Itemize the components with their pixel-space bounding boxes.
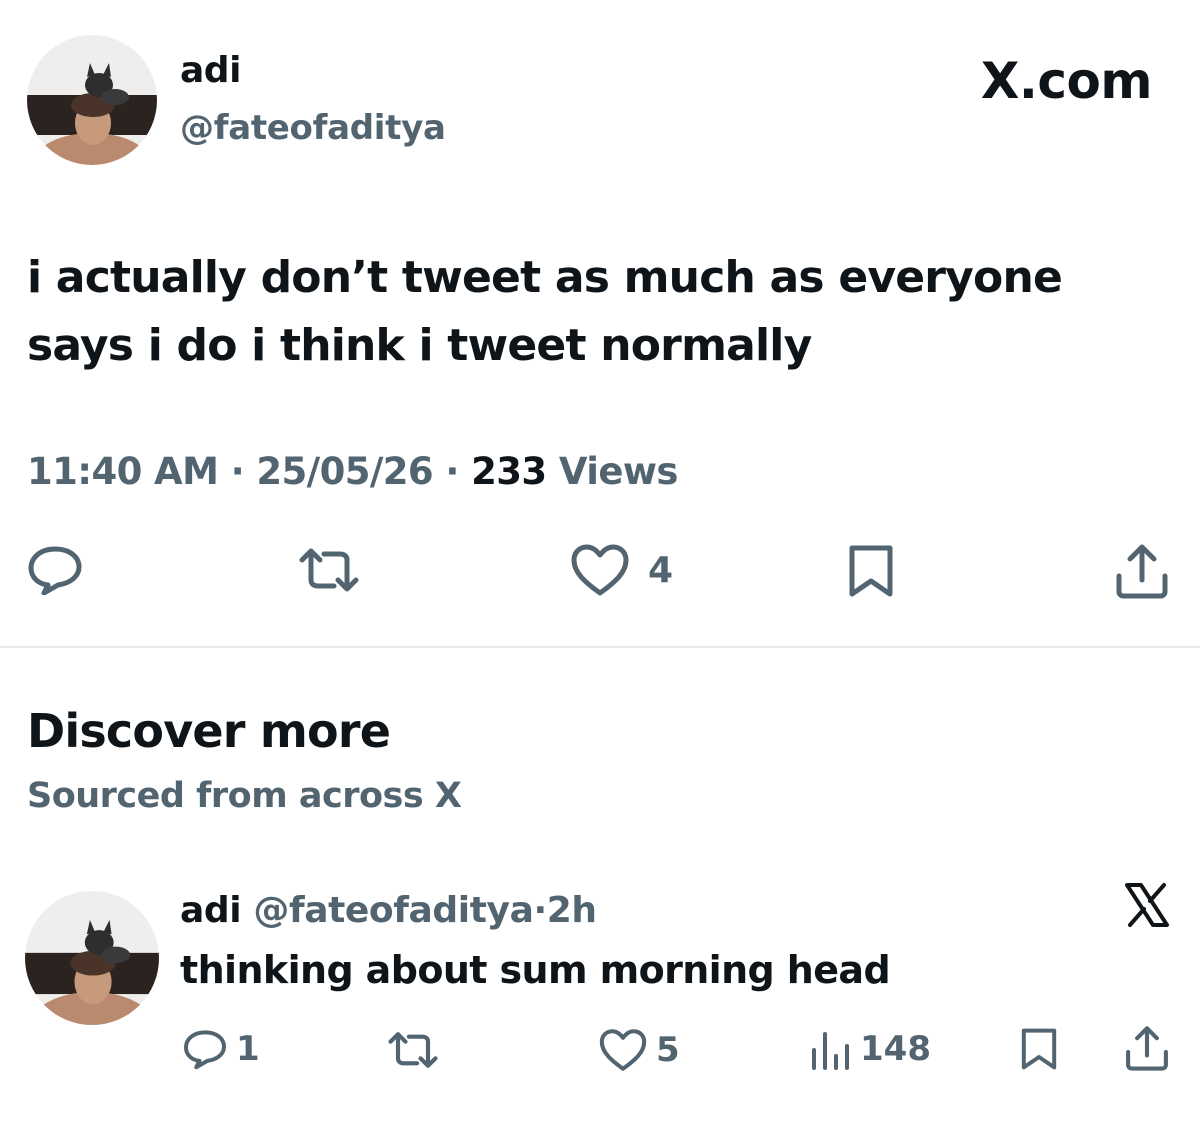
tweet-meta: 11:40 AM · 25/05/26 · 233 Views (27, 450, 678, 493)
share-button[interactable] (1114, 542, 1170, 600)
bookmark-button[interactable] (846, 543, 896, 599)
header-separator: · (533, 890, 548, 931)
reply-icon (183, 1030, 227, 1070)
retweet-icon (388, 1032, 438, 1068)
brand-watermark: X.com (980, 52, 1153, 110)
like-button[interactable]: 4 (570, 543, 673, 597)
suggested-author-name[interactable]: adi (180, 890, 242, 931)
suggested-reply-count: 1 (236, 1029, 260, 1069)
heart-icon (571, 544, 629, 596)
suggested-tweet-header: adi @fateofaditya·2h (180, 890, 597, 931)
author-avatar[interactable] (27, 35, 157, 165)
views-count: 233 (471, 450, 547, 493)
tweet-date[interactable]: 25/05/26 (256, 450, 433, 493)
heart-icon (599, 1029, 647, 1071)
suggested-tweet-text: thinking about sum morning head (180, 948, 891, 992)
tweet-text: i actually don’t tweet as much as everyo… (27, 252, 1063, 371)
suggested-author-avatar[interactable] (25, 891, 159, 1025)
retweet-button[interactable] (298, 546, 360, 594)
discover-title: Discover more (27, 704, 391, 758)
views-label: Views (558, 450, 679, 493)
suggested-bookmark-button[interactable] (1019, 1026, 1059, 1072)
suggested-author-handle[interactable]: @fateofaditya (253, 890, 534, 931)
meta-separator: · (230, 450, 245, 493)
suggested-views-count: 148 (860, 1029, 931, 1069)
discover-subtitle: Sourced from across X (27, 776, 462, 816)
reply-icon (28, 546, 82, 595)
share-icon (1116, 544, 1168, 599)
analytics-icon (812, 1032, 849, 1070)
bookmark-icon (849, 545, 893, 597)
x-logo-button[interactable] (1124, 882, 1170, 932)
suggested-retweet-button[interactable] (387, 1030, 439, 1070)
suggested-time-ago[interactable]: 2h (547, 890, 597, 931)
share-icon (1126, 1026, 1168, 1071)
tweet-time[interactable]: 11:40 AM (27, 450, 219, 493)
suggested-reply-button[interactable]: 1 (182, 1028, 260, 1070)
retweet-icon (299, 548, 359, 592)
suggested-like-button[interactable]: 5 (598, 1028, 680, 1072)
reply-button[interactable] (26, 545, 84, 595)
x-logo-icon (1125, 883, 1169, 927)
like-count: 4 (648, 549, 674, 591)
meta-separator: · (445, 450, 459, 493)
suggested-share-button[interactable] (1124, 1024, 1170, 1072)
author-handle[interactable]: @fateofaditya (180, 108, 446, 148)
bookmark-icon (1021, 1028, 1057, 1070)
suggested-views-button[interactable]: 148 (808, 1028, 931, 1070)
section-divider (0, 646, 1200, 648)
author-name[interactable]: adi (180, 50, 241, 91)
suggested-like-count: 5 (656, 1030, 680, 1070)
